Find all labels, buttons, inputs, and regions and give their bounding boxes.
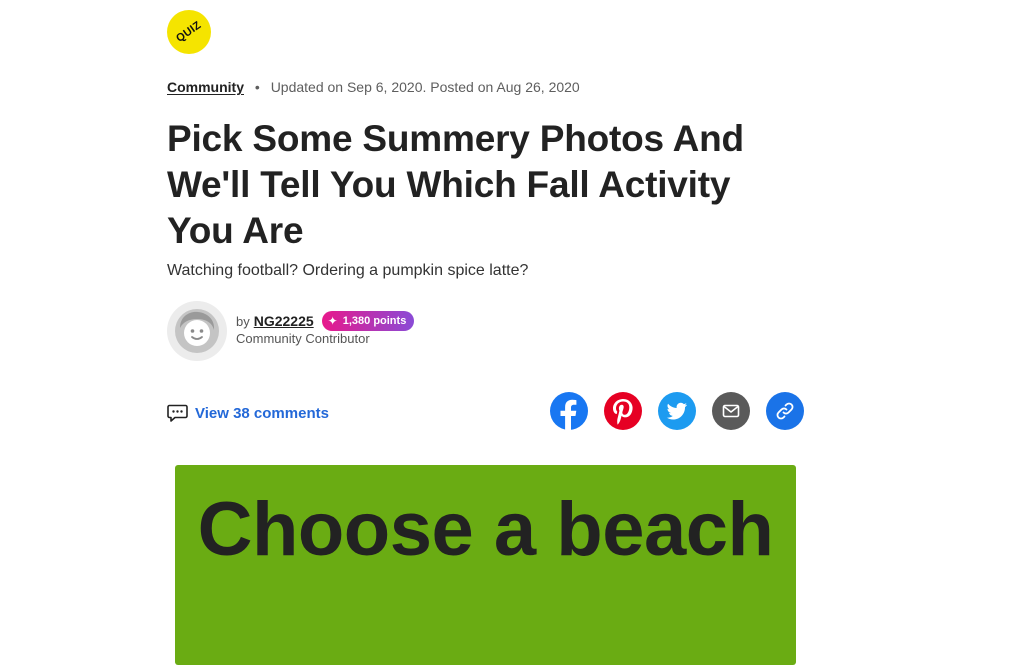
avatar[interactable] [167, 301, 227, 361]
quiz-badge-label: QUIZ [174, 19, 204, 45]
link-icon [776, 402, 794, 420]
email-icon [722, 404, 740, 418]
share-pinterest-button[interactable] [604, 392, 642, 430]
meta-separator: • [254, 79, 260, 95]
quiz-badge: QUIZ [167, 10, 211, 54]
publish-dates: Updated on Sep 6, 2020. Posted on Aug 26… [270, 79, 580, 95]
view-comments-label: View 38 comments [195, 405, 329, 422]
share-twitter-button[interactable] [658, 392, 696, 430]
page-title: Pick Some Summery Photos And We'll Tell … [167, 118, 744, 251]
article-subtitle: Watching football? Ordering a pumpkin sp… [167, 262, 529, 279]
article-meta: Community • Updated on Sep 6, 2020. Post… [167, 79, 580, 95]
quiz-question-card: Choose a beach [175, 465, 796, 665]
sparkle-icon: ✦ [327, 314, 338, 328]
author-username-link[interactable]: NG22225 [254, 313, 314, 329]
share-facebook-button[interactable] [550, 392, 588, 430]
twitter-icon [666, 402, 687, 420]
author-role: Community Contributor [236, 331, 370, 346]
user-avatar-icon [175, 309, 219, 353]
view-comments-link[interactable]: View 38 comments [167, 404, 329, 423]
by-label: by [236, 313, 250, 329]
category-link[interactable]: Community [167, 79, 244, 95]
copy-link-button[interactable] [766, 392, 804, 430]
points-badge: ✦ 1,380 points [321, 311, 415, 331]
facebook-icon [560, 399, 577, 430]
share-bar [550, 392, 804, 430]
author-byline: by NG22225 ✦ 1,380 points Community Cont… [236, 310, 415, 346]
question-heading: Choose a beach [197, 487, 774, 572]
points-value: 1,380 points [342, 315, 407, 327]
comment-icon [167, 404, 188, 422]
pinterest-icon [613, 399, 633, 425]
share-email-button[interactable] [712, 392, 750, 430]
